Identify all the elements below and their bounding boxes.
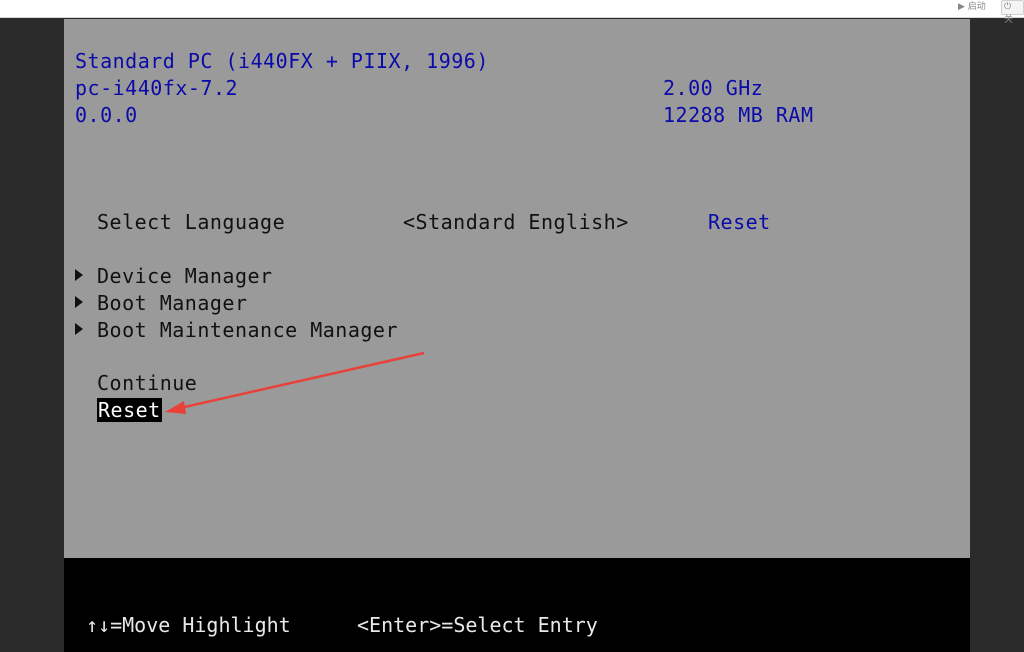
annotation-arrow	[165, 351, 425, 414]
annotation-arrow-head	[165, 401, 186, 414]
annotation-arrow-line	[179, 351, 425, 410]
